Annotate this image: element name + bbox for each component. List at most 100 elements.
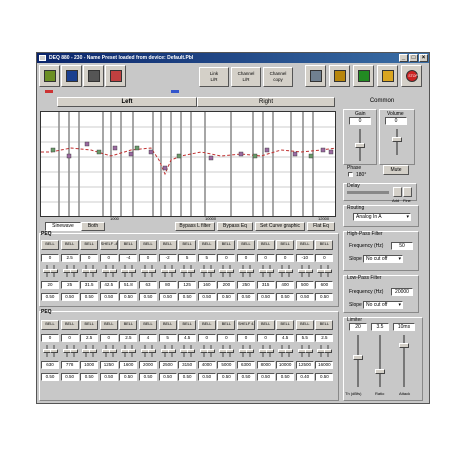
peq-gain-slider[interactable] xyxy=(317,345,326,357)
peq-freq-field[interactable]: 1600 xyxy=(119,361,138,369)
peq-q-slider[interactable] xyxy=(226,345,235,357)
peq-q-slider[interactable] xyxy=(108,345,117,357)
peq-gain-slider[interactable] xyxy=(101,345,110,357)
close-button[interactable]: × xyxy=(419,54,428,62)
peq-type-button[interactable]: BELL xyxy=(99,320,118,330)
peq-gain-slider[interactable] xyxy=(199,345,208,357)
peq-type-button[interactable]: BELL xyxy=(197,320,216,330)
peq-freq-field[interactable]: 160 xyxy=(197,281,216,289)
peq-gain-field[interactable]: 0 xyxy=(99,334,118,342)
peq-q-field[interactable]: 0.50 xyxy=(256,373,275,381)
peq-type-button[interactable]: BELL xyxy=(276,320,295,330)
peq-gain-slider[interactable] xyxy=(141,265,149,277)
delay-add-button[interactable] xyxy=(393,187,402,197)
mute-button[interactable]: Mute xyxy=(383,165,409,175)
peq-freq-field[interactable]: 80 xyxy=(158,281,177,289)
peq-type-button[interactable]: BELL xyxy=(276,240,295,250)
peq-q-field[interactable]: 0.50 xyxy=(41,293,59,301)
network-button[interactable] xyxy=(329,65,350,87)
peq-freq-field[interactable]: 63 xyxy=(139,281,157,289)
gain-field[interactable]: 0 xyxy=(349,117,371,125)
volume-slider[interactable] xyxy=(392,129,402,155)
eq-band-marker[interactable] xyxy=(66,153,72,159)
peq-gain-slider[interactable] xyxy=(219,345,228,357)
peq-gain-field[interactable]: 4.5 xyxy=(276,334,295,342)
peq-gain-field[interactable]: 2.5 xyxy=(119,334,138,342)
peq-type-button[interactable]: BELL xyxy=(315,320,334,330)
minimize-button[interactable]: _ xyxy=(399,54,408,62)
peq-q-field[interactable]: 0.50 xyxy=(119,373,138,381)
delay-fine-button[interactable] xyxy=(403,187,412,197)
peq-gain-slider[interactable] xyxy=(82,345,91,357)
peq-q-slider[interactable] xyxy=(265,265,274,277)
peq-gain-field[interactable]: 0 xyxy=(256,334,275,342)
peq-gain-slider[interactable] xyxy=(258,345,267,357)
peq-gain-field[interactable]: 5 xyxy=(158,334,177,342)
peq-q-slider[interactable] xyxy=(69,265,78,277)
peq-type-button[interactable]: SHELF 4.5 xyxy=(237,320,255,330)
peq-q-slider[interactable] xyxy=(187,265,196,277)
peq-freq-field[interactable]: 600 xyxy=(315,281,334,289)
peq-q-field[interactable]: 0.50 xyxy=(315,373,334,381)
peq-q-slider[interactable] xyxy=(148,265,156,277)
peq-q-field[interactable]: 0.50 xyxy=(99,293,118,301)
printer-button[interactable] xyxy=(83,65,104,87)
volume-field[interactable]: 0 xyxy=(385,117,407,125)
peq-gain-slider[interactable] xyxy=(160,265,169,277)
peq-type-button[interactable]: BELL xyxy=(80,320,99,330)
peq-type-button[interactable]: BELL xyxy=(217,240,236,250)
peq-type-button[interactable]: BELL xyxy=(60,240,79,250)
tab-left[interactable]: Left xyxy=(57,97,197,107)
peq-gain-field[interactable]: 0 xyxy=(41,334,59,342)
peq-type-button[interactable]: BELL xyxy=(119,320,138,330)
flat-eq-button[interactable]: Flat Eq xyxy=(307,222,335,231)
peq-gain-slider[interactable] xyxy=(82,265,91,277)
bypass-eq-button[interactable]: Bypass Eq xyxy=(217,222,253,231)
clipboard-button[interactable] xyxy=(105,65,126,87)
gain-slider[interactable] xyxy=(355,129,365,161)
peq-type-button[interactable]: BELL xyxy=(139,240,157,250)
peq-type-button[interactable]: BELL xyxy=(178,240,197,250)
peq-q-slider[interactable] xyxy=(89,265,98,277)
peq-type-button[interactable]: SHELF -4.5 xyxy=(99,240,118,250)
peq-q-slider[interactable] xyxy=(285,265,294,277)
peq-q-slider[interactable] xyxy=(265,345,274,357)
peq-gain-slider[interactable] xyxy=(121,345,130,357)
channel-button[interactable]: Channel L/R xyxy=(231,67,261,87)
peq-type-button[interactable]: BELL xyxy=(237,240,255,250)
peq-gain-slider[interactable] xyxy=(297,265,306,277)
peq-type-button[interactable]: BELL xyxy=(119,240,138,250)
peq-gain-slider[interactable] xyxy=(219,265,228,277)
peq-freq-field[interactable]: 6300 xyxy=(237,361,255,369)
peq-gain-field[interactable]: 0 xyxy=(197,334,216,342)
peq-freq-field[interactable]: 2000 xyxy=(139,361,157,369)
peq-q-slider[interactable] xyxy=(69,345,78,357)
peq-q-field[interactable]: 0.50 xyxy=(80,373,99,381)
peq-type-button[interactable]: BELL xyxy=(315,240,334,250)
peq-q-field[interactable]: 0.50 xyxy=(276,293,295,301)
peq-gain-field[interactable]: 0 xyxy=(276,254,295,262)
peq-type-button[interactable]: BELL xyxy=(139,320,157,330)
peq-gain-slider[interactable] xyxy=(141,345,149,357)
link-button[interactable]: Link L/R xyxy=(199,67,229,87)
lowpass-slope-select[interactable]: No cut off ▾ xyxy=(363,301,403,309)
peq-q-slider[interactable] xyxy=(304,265,313,277)
peq-q-field[interactable]: 0.50 xyxy=(41,373,59,381)
peq-freq-field[interactable]: 10000 xyxy=(276,361,295,369)
peq-gain-field[interactable]: -10 xyxy=(295,254,314,262)
peq-q-slider[interactable] xyxy=(128,265,137,277)
lowpass-freq-field[interactable]: 20000 xyxy=(391,288,413,296)
peq-freq-field[interactable]: 16000 xyxy=(315,361,334,369)
peq-gain-slider[interactable] xyxy=(180,265,189,277)
peq-q-slider[interactable] xyxy=(246,345,254,357)
peq-q-slider[interactable] xyxy=(167,265,176,277)
peq-freq-field[interactable]: 20 xyxy=(41,281,59,289)
limiter-ratio-field[interactable]: 3.5 xyxy=(371,323,389,331)
peq-q-field[interactable]: 0.50 xyxy=(276,373,295,381)
eq-band-marker[interactable] xyxy=(176,153,182,159)
peq-type-button[interactable]: BELL xyxy=(158,320,177,330)
peq-gain-slider[interactable] xyxy=(278,265,287,277)
eq-band-marker[interactable] xyxy=(328,149,334,155)
peq-q-slider[interactable] xyxy=(206,265,215,277)
peq-q-slider[interactable] xyxy=(226,265,235,277)
